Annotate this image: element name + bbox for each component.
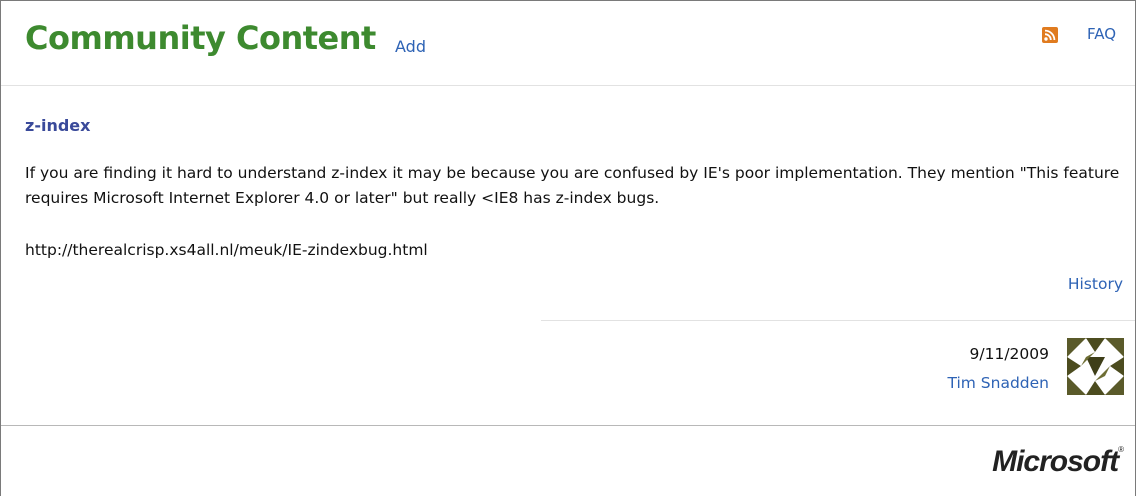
entry-divider: [541, 320, 1135, 321]
entry-url-text: http://therealcrisp.xs4all.nl/meuk/IE-zi…: [25, 241, 428, 259]
faq-link[interactable]: FAQ: [1087, 25, 1116, 43]
microsoft-logo-text: Microsoft: [992, 445, 1119, 478]
post-date: 9/11/2009: [969, 345, 1049, 363]
user-avatar-icon[interactable]: [1067, 338, 1124, 395]
microsoft-logo[interactable]: Microsoft®: [992, 445, 1124, 479]
community-content-panel: Community Content Add FAQ z-index If you…: [0, 0, 1136, 496]
add-content-link[interactable]: Add: [395, 37, 426, 56]
history-link[interactable]: History: [1068, 275, 1123, 293]
registered-mark: ®: [1118, 445, 1124, 454]
entry-title-link[interactable]: z-index: [25, 116, 90, 135]
rss-feed-icon[interactable]: [1042, 27, 1058, 43]
post-author-link[interactable]: Tim Snadden: [947, 374, 1049, 392]
entry-body-text: If you are finding it hard to understand…: [25, 164, 1120, 207]
content-header: Community Content Add FAQ: [1, 1, 1135, 86]
footer-divider: [1, 425, 1135, 426]
page-title: Community Content: [25, 19, 376, 57]
